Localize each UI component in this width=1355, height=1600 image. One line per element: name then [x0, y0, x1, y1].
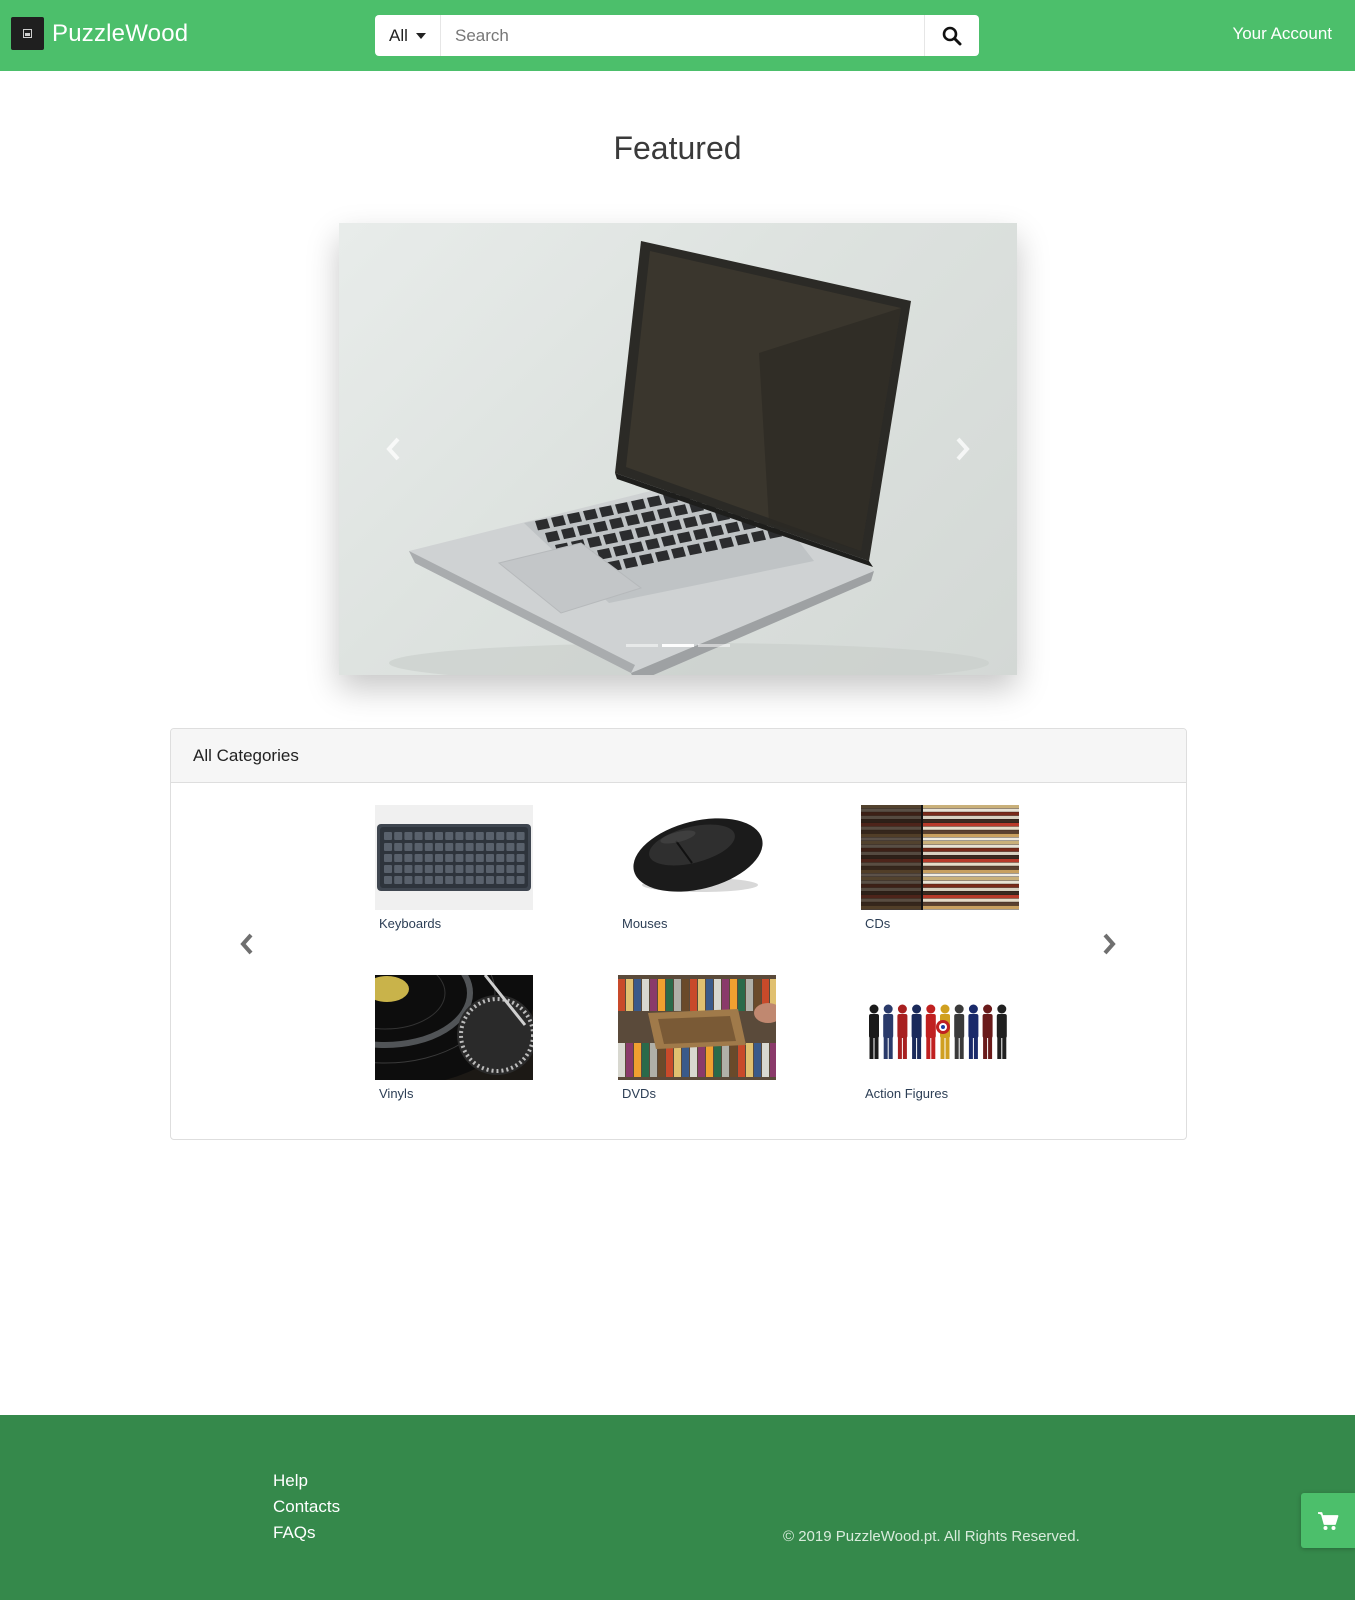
carousel-indicator[interactable] [626, 644, 658, 647]
categories-next-button[interactable] [1089, 924, 1129, 964]
your-account-link[interactable]: Your Account [1232, 24, 1332, 44]
category-label: Mouses [622, 916, 668, 931]
mouse-thumbnail [618, 805, 776, 910]
brand-link[interactable]: PuzzleWood [11, 17, 188, 50]
footer-link-faqs[interactable]: FAQs [273, 1523, 340, 1543]
category-item-mouses[interactable]: Mouses [618, 805, 776, 931]
brand-name: PuzzleWood [52, 20, 189, 47]
chevron-right-icon [1103, 933, 1116, 955]
caret-down-icon [415, 33, 426, 39]
footer-link-help[interactable]: Help [273, 1471, 340, 1491]
keyboard-thumbnail [375, 805, 533, 910]
search-scope-dropdown[interactable]: All [375, 15, 441, 56]
search-scope-label: All [389, 25, 408, 45]
carousel-indicator[interactable] [662, 644, 694, 647]
page-footer: Help Contacts FAQs © 2019 PuzzleWood.pt.… [0, 1415, 1355, 1600]
all-categories-card: All Categories Keyboards Mouses CDs Viny… [170, 728, 1187, 1140]
category-label: CDs [865, 916, 891, 931]
category-item-vinyls[interactable]: Vinyls [375, 975, 533, 1101]
chevron-right-icon [956, 437, 970, 461]
categories-prev-button[interactable] [227, 924, 267, 964]
chevron-left-icon [240, 933, 253, 955]
search-bar: All [375, 15, 979, 56]
footer-links: Help Contacts FAQs [273, 1471, 340, 1543]
top-navbar: PuzzleWood All Your Account [0, 0, 1355, 71]
category-label: DVDs [622, 1086, 656, 1101]
carousel-next-button[interactable] [907, 223, 1017, 675]
all-categories-header: All Categories [171, 729, 1186, 783]
category-label: Vinyls [379, 1086, 414, 1101]
carousel-indicator[interactable] [698, 644, 730, 647]
featured-carousel [339, 223, 1017, 675]
search-input[interactable] [441, 15, 924, 56]
category-item-keyboards[interactable]: Keyboards [375, 805, 533, 931]
category-label: Keyboards [379, 916, 442, 931]
search-icon [942, 26, 962, 45]
featured-title: Featured [613, 130, 742, 166]
copyright-text: © 2019 PuzzleWood.pt. All Rights Reserve… [783, 1528, 1080, 1545]
all-categories-title: All Categories [193, 745, 299, 765]
category-item-action-figures[interactable]: Action Figures [861, 975, 1019, 1101]
shopping-cart-icon [1318, 1511, 1339, 1530]
dvds-thumbnail [618, 975, 776, 1080]
category-item-dvds[interactable]: DVDs [618, 975, 776, 1101]
search-button[interactable] [924, 15, 979, 56]
category-label: Action Figures [865, 1086, 949, 1101]
carousel-indicators [339, 644, 1017, 647]
footer-link-contacts[interactable]: Contacts [273, 1497, 340, 1517]
category-item-cds[interactable]: CDs [861, 805, 1019, 931]
brand-logo-icon [11, 17, 44, 50]
vinyl-thumbnail [375, 975, 533, 1080]
carousel-prev-button[interactable] [339, 223, 449, 675]
chevron-left-icon [386, 437, 400, 461]
action-figures-thumbnail [861, 975, 1019, 1080]
cds-thumbnail [861, 805, 1019, 910]
cart-button[interactable] [1301, 1493, 1355, 1548]
